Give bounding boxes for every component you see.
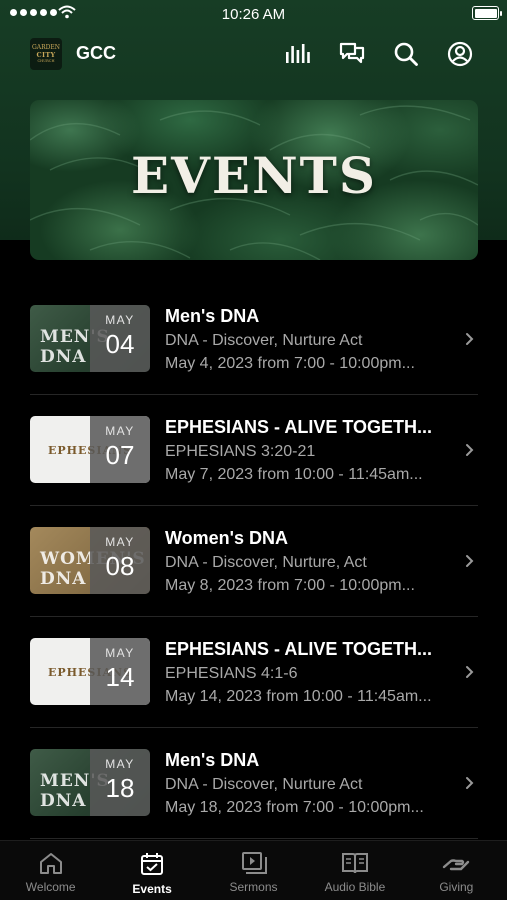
date-day: 14	[105, 662, 135, 692]
event-datetime: May 4, 2023 from 7:00 - 10:00pm...	[165, 355, 415, 372]
event-title: EPHESIANS - ALIVE TOGETH...	[165, 417, 433, 437]
event-title: EPHESIANS - ALIVE TOGETH...	[165, 639, 433, 659]
event-title: Women's DNA	[165, 528, 288, 548]
date-month: MAY	[105, 757, 135, 771]
date-day: 04	[105, 329, 135, 359]
event-row[interactable]: EPHESIANS MAY 07 EPHESIANS - ALIVE TOGET…	[30, 395, 478, 506]
events-banner: EVENTS	[30, 100, 478, 260]
chevron-right-icon	[466, 555, 474, 567]
tab-label: Welcome	[25, 880, 76, 894]
event-thumbnail: EPHESIANS MAY 14	[30, 638, 150, 705]
event-row[interactable]: MEN'S DNA MAY 18 Men's DNA DNA - Discove…	[30, 728, 478, 839]
event-thumbnail: MEN'S DNA MAY 18	[30, 749, 150, 816]
tab-label: Sermons	[229, 880, 278, 894]
date-badge: MAY 04	[90, 305, 150, 372]
date-day: 18	[105, 773, 135, 803]
event-thumbnail: EPHESIANS MAY 07	[30, 416, 150, 483]
date-month: MAY	[105, 535, 135, 549]
event-thumbnail: WOMEN'S DNA MAY 08	[30, 527, 150, 594]
date-month: MAY	[105, 313, 135, 327]
battery-icon	[472, 6, 502, 20]
event-datetime: May 8, 2023 from 7:00 - 10:00pm...	[165, 577, 415, 594]
tab-welcome[interactable]: Welcome	[0, 841, 101, 900]
event-datetime: May 7, 2023 from 10:00 - 11:45am...	[165, 466, 423, 483]
date-day: 08	[105, 551, 135, 581]
banner-title: EVENTS	[130, 146, 378, 205]
date-badge: MAY 07	[90, 416, 150, 483]
calendar-icon	[141, 853, 164, 875]
event-subtitle: EPHESIANS 3:20-21	[165, 443, 316, 460]
giving-hand-icon	[443, 859, 470, 871]
logo-text: CHURCH	[37, 59, 55, 63]
account-icon[interactable]	[445, 39, 475, 69]
audio-icon[interactable]	[283, 39, 313, 69]
app-title: GCC	[76, 43, 116, 63]
event-info: EPHESIANS - ALIVE TOGETH... EPHESIANS 3:…	[165, 417, 455, 484]
event-subtitle: DNA - Discover, Nurture Act	[165, 776, 363, 793]
status-bar: 10:26 AM	[0, 0, 507, 28]
date-month: MAY	[105, 646, 135, 660]
chevron-right-icon	[466, 666, 474, 678]
home-icon	[39, 853, 62, 874]
event-title: Men's DNA	[165, 750, 260, 770]
chat-icon[interactable]	[337, 39, 367, 69]
logo-text: CITY	[36, 51, 56, 59]
date-month: MAY	[105, 424, 135, 438]
event-row[interactable]: MEN'S DNA MAY 04 Men's DNA DNA - Discove…	[30, 284, 478, 395]
chevron-right-icon	[466, 777, 474, 789]
date-badge: MAY 14	[90, 638, 150, 705]
event-thumbnail: MEN'S DNA MAY 04	[30, 305, 150, 372]
event-subtitle: DNA - Discover, Nurture Act	[165, 332, 363, 349]
event-info: Men's DNA DNA - Discover, Nurture Act Ma…	[165, 750, 455, 817]
book-icon	[341, 853, 368, 874]
event-datetime: May 18, 2023 from 7:00 - 10:00pm...	[165, 799, 424, 816]
event-list: MEN'S DNA MAY 04 Men's DNA DNA - Discove…	[30, 284, 478, 839]
event-row[interactable]: EPHESIANS MAY 14 EPHESIANS - ALIVE TOGET…	[30, 617, 478, 728]
tab-label: Events	[132, 882, 172, 896]
chevron-right-icon	[466, 444, 474, 456]
tab-events[interactable]: Events	[101, 841, 202, 900]
tab-audio-bible[interactable]: Audio Bible	[304, 841, 405, 900]
tab-giving[interactable]: Giving	[406, 841, 507, 900]
church-logo[interactable]: GARDEN CITY CHURCH	[30, 38, 62, 70]
chevron-right-icon	[466, 333, 474, 345]
date-badge: MAY 18	[90, 749, 150, 816]
tab-label: Giving	[439, 880, 474, 894]
event-subtitle: EPHESIANS 4:1-6	[165, 665, 298, 682]
event-info: EPHESIANS - ALIVE TOGETH... EPHESIANS 4:…	[165, 639, 455, 706]
event-row[interactable]: WOMEN'S DNA MAY 08 Women's DNA DNA - Dis…	[30, 506, 478, 617]
event-datetime: May 14, 2023 from 10:00 - 11:45am...	[165, 688, 432, 705]
app-header: GARDEN CITY CHURCH GCC	[0, 34, 507, 74]
date-day: 07	[105, 440, 135, 470]
event-info: Women's DNA DNA - Discover, Nurture, Act…	[165, 528, 455, 595]
video-icon	[241, 852, 267, 874]
tab-sermons[interactable]: Sermons	[203, 841, 304, 900]
event-info: Men's DNA DNA - Discover, Nurture Act Ma…	[165, 306, 455, 373]
tab-label: Audio Bible	[324, 880, 386, 894]
date-badge: MAY 08	[90, 527, 150, 594]
status-time: 10:26 AM	[221, 6, 286, 23]
search-icon[interactable]	[391, 39, 421, 69]
event-title: Men's DNA	[165, 306, 260, 326]
tab-bar: Welcome Events Sermons Audio Bible Givin…	[0, 840, 507, 900]
event-subtitle: DNA - Discover, Nurture, Act	[165, 554, 367, 571]
